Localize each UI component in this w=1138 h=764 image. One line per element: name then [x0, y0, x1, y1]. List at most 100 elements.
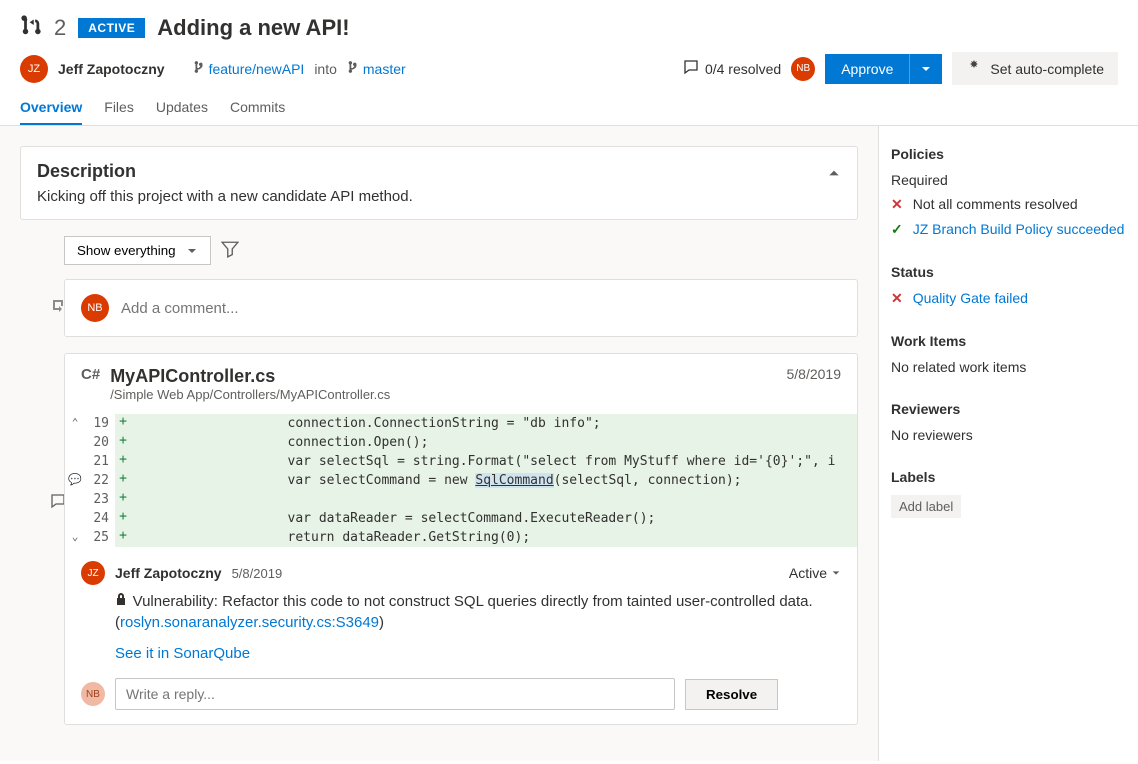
resolve-button[interactable]: Resolve	[685, 679, 778, 710]
line-number: 21	[85, 452, 115, 471]
branch-icon	[193, 60, 205, 77]
file-name[interactable]: MyAPIController.cs	[110, 366, 390, 387]
language-badge: C#	[81, 366, 100, 383]
fail-icon: ✕	[891, 196, 903, 213]
chevron-up-icon	[827, 166, 841, 180]
code-text: connection.Open();	[131, 433, 857, 452]
diff-line[interactable]: ⌃19+ connection.ConnectionString = "db i…	[65, 414, 857, 433]
viewer-avatar[interactable]: NB	[791, 57, 815, 81]
line-number: 22	[85, 471, 115, 490]
add-comment-input[interactable]	[121, 300, 841, 317]
code-text: var dataReader = selectCommand.ExecuteRe…	[131, 509, 857, 528]
target-branch-link[interactable]: master	[363, 61, 406, 77]
work-items-heading: Work Items	[891, 333, 1126, 349]
tab-overview[interactable]: Overview	[20, 91, 82, 125]
tab-commits[interactable]: Commits	[230, 91, 285, 125]
status-heading: Status	[891, 264, 1126, 280]
line-number: 24	[85, 509, 115, 528]
work-items-section: Work Items No related work items	[891, 333, 1126, 375]
check-icon: ✓	[891, 221, 903, 238]
policies-section: Policies Required ✕Not all comments reso…	[891, 146, 1126, 238]
chevron-down-icon	[920, 63, 932, 75]
gutter-control	[65, 452, 85, 471]
description-text: Kicking off this project with a new cand…	[37, 188, 841, 205]
approve-dropdown[interactable]	[909, 54, 942, 84]
approve-button[interactable]: Approve	[825, 54, 909, 84]
gutter-control	[65, 433, 85, 452]
line-number: 19	[85, 414, 115, 433]
show-filter-dropdown[interactable]: Show everything	[64, 236, 211, 265]
diff-sign: +	[115, 490, 131, 509]
reply-input[interactable]	[115, 678, 675, 710]
tab-files[interactable]: Files	[104, 91, 134, 125]
code-text: connection.ConnectionString = "db info";	[131, 414, 857, 433]
diff-line[interactable]: ⌄25+ return dataReader.GetString(0);	[65, 528, 857, 547]
status-section: Status ✕ Quality Gate failed	[891, 264, 1126, 307]
diff-sign: +	[115, 452, 131, 471]
comment-body: Vulnerability: Refactor this code to not…	[115, 591, 841, 664]
policy-text: Not all comments resolved	[913, 196, 1078, 212]
code-text	[131, 490, 857, 509]
labels-section: Labels Add label	[891, 469, 1126, 518]
policy-row: ✕ Not all comments resolved	[891, 196, 1126, 213]
policy-row: ✕ Quality Gate failed	[891, 290, 1126, 307]
work-items-empty: No related work items	[891, 359, 1126, 375]
branch-icon	[347, 60, 359, 77]
rule-link[interactable]: roslyn.sonaranalyzer.security.cs:S3649	[120, 614, 379, 631]
policy-row: ✓ JZ Branch Build Policy succeeded	[891, 221, 1126, 238]
into-text: into	[314, 61, 337, 77]
policy-text[interactable]: JZ Branch Build Policy succeeded	[913, 221, 1125, 237]
comment-thread: JZ Jeff Zapotoczny 5/8/2019 Active Vu	[65, 547, 857, 724]
viewer-avatar: NB	[81, 294, 109, 322]
code-text: return dataReader.GetString(0);	[131, 528, 857, 547]
tab-updates[interactable]: Updates	[156, 91, 208, 125]
add-label-button[interactable]: Add label	[891, 495, 961, 518]
comment-author: Jeff Zapotoczny	[115, 565, 222, 581]
gutter-control[interactable]: ⌃	[65, 414, 85, 433]
fail-icon: ✕	[891, 290, 903, 307]
chevron-down-icon	[831, 568, 841, 578]
line-number: 25	[85, 528, 115, 547]
chevron-down-icon	[186, 245, 198, 257]
diff-line[interactable]: 24+ var dataReader = selectCommand.Execu…	[65, 509, 857, 528]
diff-sign: +	[115, 528, 131, 547]
policy-text[interactable]: Quality Gate failed	[913, 290, 1028, 306]
diff-line[interactable]: 💬22+ var selectCommand = new SqlCommand(…	[65, 471, 857, 490]
file-path: /Simple Web App/Controllers/MyAPIControl…	[110, 387, 390, 402]
filter-icon[interactable]	[221, 240, 239, 261]
source-branch-link[interactable]: feature/newAPI	[209, 61, 305, 77]
line-number: 23	[85, 490, 115, 509]
author-avatar: JZ	[20, 55, 48, 83]
set-autocomplete-button[interactable]: Set auto-complete	[952, 52, 1118, 85]
diff-sign: +	[115, 509, 131, 528]
code-date: 5/8/2019	[787, 366, 842, 382]
resolved-count[interactable]: 0/4 resolved	[683, 59, 781, 78]
pr-number: 2	[54, 15, 66, 41]
diff-sign: +	[115, 433, 131, 452]
reviewers-section: Reviewers No reviewers	[891, 401, 1126, 443]
status-badge: ACTIVE	[78, 18, 145, 38]
policies-heading: Policies	[891, 146, 1126, 162]
pr-title: Adding a new API!	[157, 15, 349, 41]
comment-status-dropdown[interactable]: Active	[789, 565, 841, 581]
reply-avatar: NB	[81, 682, 105, 706]
code-text: var selectSql = string.Format("select fr…	[131, 452, 857, 471]
gutter-control	[65, 509, 85, 528]
diff-line[interactable]: 21+ var selectSql = string.Format("selec…	[65, 452, 857, 471]
pr-icon	[20, 14, 42, 42]
diff-sign: +	[115, 414, 131, 433]
diff-line[interactable]: 23+	[65, 490, 857, 509]
see-in-sonarqube-link[interactable]: See it in SonarQube	[115, 645, 250, 662]
code-text: var selectCommand = new SqlCommand(selec…	[131, 471, 857, 490]
collapse-toggle[interactable]	[827, 166, 841, 183]
diff-view: ⌃19+ connection.ConnectionString = "db i…	[65, 414, 857, 547]
comment-author-avatar: JZ	[81, 561, 105, 585]
labels-heading: Labels	[891, 469, 1126, 485]
diff-line[interactable]: 20+ connection.Open();	[65, 433, 857, 452]
reviewers-heading: Reviewers	[891, 401, 1126, 417]
gutter-control[interactable]: 💬	[65, 471, 85, 490]
lock-icon	[115, 594, 131, 609]
reviewers-empty: No reviewers	[891, 427, 1126, 443]
gutter-control[interactable]: ⌄	[65, 528, 85, 547]
comment-date: 5/8/2019	[232, 566, 283, 581]
